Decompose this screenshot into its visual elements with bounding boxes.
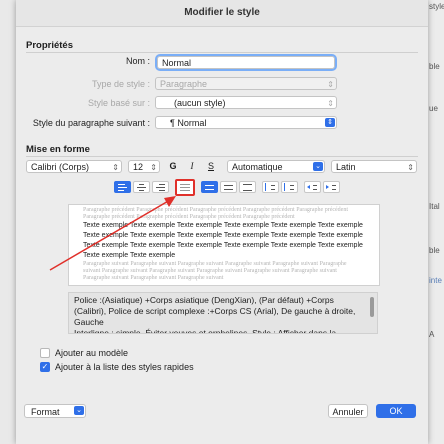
- annotation-arrow-line: [49, 199, 171, 271]
- annotation-arrow-head: [164, 196, 176, 207]
- annotation-arrow: [49, 196, 176, 271]
